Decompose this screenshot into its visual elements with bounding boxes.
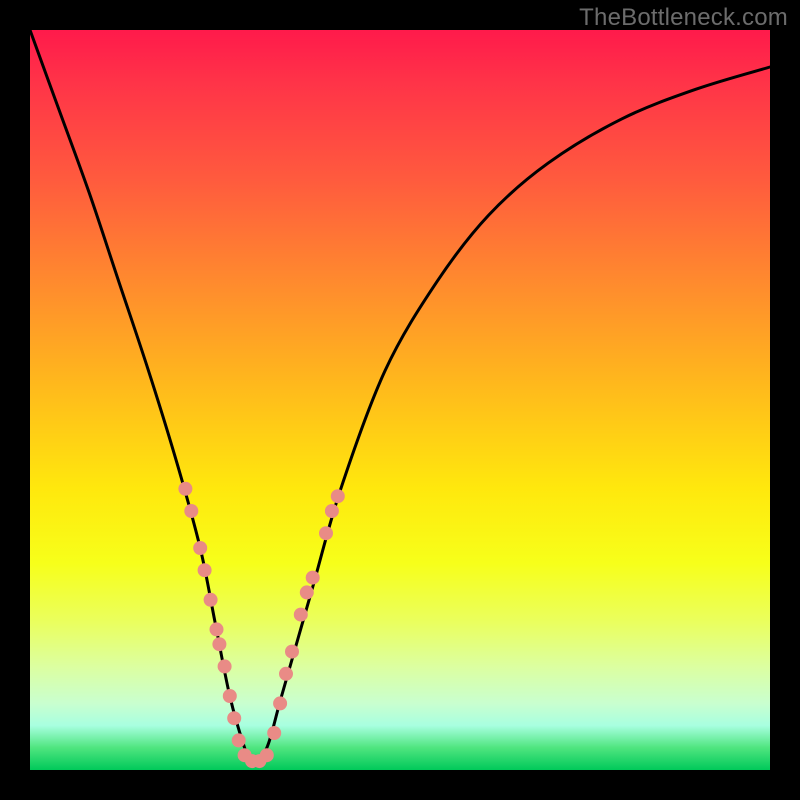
watermark-text: TheBottleneck.com	[579, 4, 788, 32]
data-marker	[294, 608, 308, 622]
data-marker	[178, 482, 192, 496]
data-marker	[279, 667, 293, 681]
data-marker	[267, 726, 281, 740]
data-marker	[319, 526, 333, 540]
data-marker	[204, 593, 218, 607]
chart-svg	[30, 30, 770, 770]
data-marker	[212, 637, 226, 651]
marker-layer	[178, 482, 344, 768]
bottleneck-curve	[30, 30, 770, 763]
data-marker	[227, 711, 241, 725]
data-marker	[232, 733, 246, 747]
data-marker	[198, 563, 212, 577]
data-marker	[210, 622, 224, 636]
chart-plot-area	[30, 30, 770, 770]
data-marker	[260, 748, 274, 762]
data-marker	[331, 489, 345, 503]
data-marker	[193, 541, 207, 555]
data-marker	[218, 659, 232, 673]
data-marker	[223, 689, 237, 703]
curve-layer	[30, 30, 770, 763]
data-marker	[325, 504, 339, 518]
chart-frame: TheBottleneck.com	[0, 0, 800, 800]
data-marker	[300, 585, 314, 599]
data-marker	[285, 645, 299, 659]
data-marker	[306, 571, 320, 585]
data-marker	[273, 696, 287, 710]
data-marker	[184, 504, 198, 518]
